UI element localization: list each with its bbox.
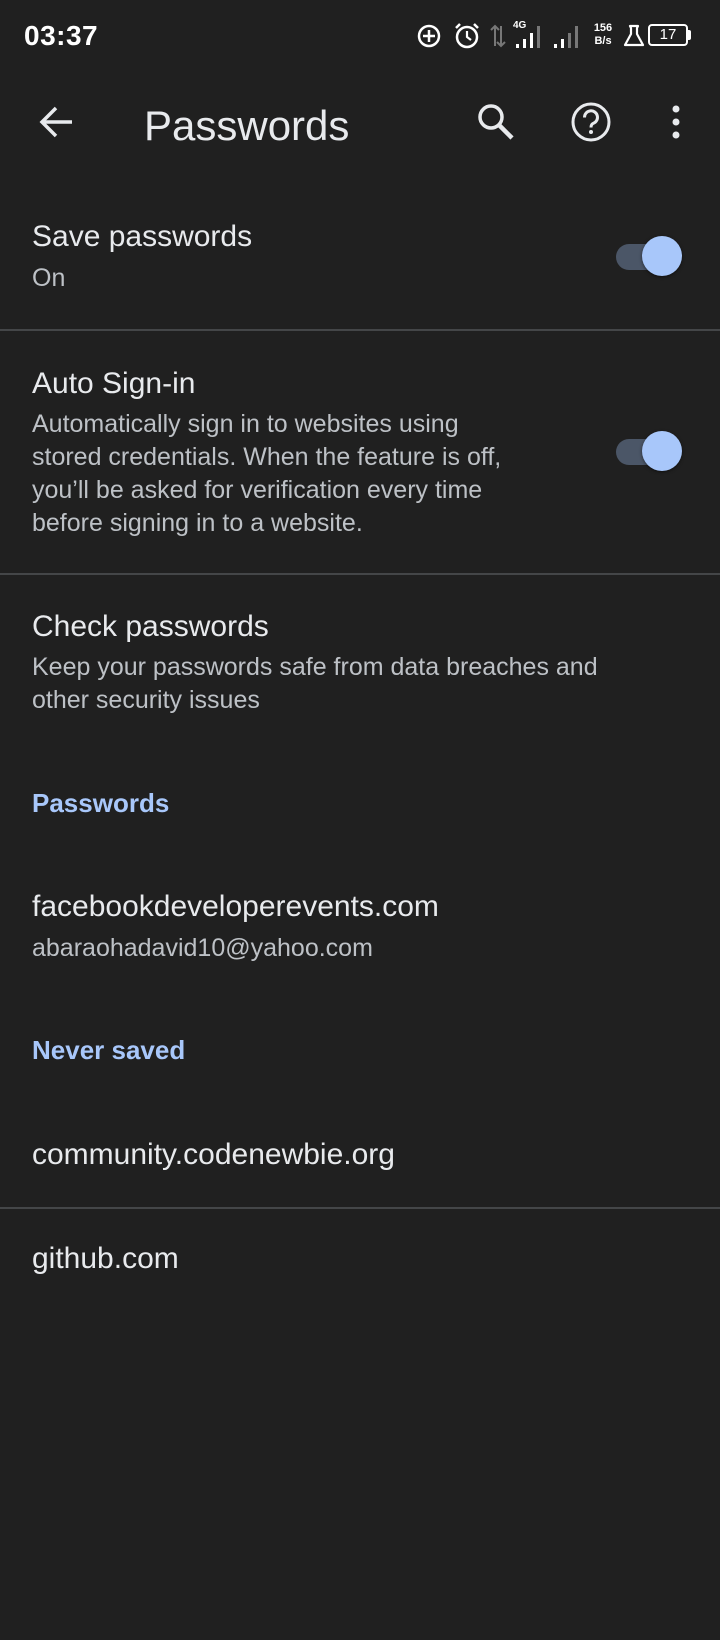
status-icons: 4G 156 B/s 17 [416,18,696,54]
auto-signin-title: Auto Sign-in [32,367,196,400]
battery-nub [688,30,691,40]
check-passwords-description-line: other security issues [32,686,260,714]
more-vert-icon[interactable] [660,100,692,144]
password-entry[interactable]: facebookdeveloperevents.com abaraohadavi… [0,856,720,980]
save-passwords-toggle[interactable] [616,236,682,276]
help-icon[interactable] [569,100,613,144]
auto-signin-description-line: before signing in to a website. [32,509,363,537]
check-passwords-row[interactable]: Check passwords Keep your passwords safe… [0,575,720,735]
check-passwords-description: Keep your passwords safe from data breac… [32,651,692,717]
data-saver-icon [417,24,441,48]
toggle-thumb [642,431,682,471]
auto-signin-row[interactable]: Auto Sign-in Automatically sign in to we… [0,331,720,573]
save-passwords-title: Save passwords [32,220,253,253]
never-saved-entry[interactable]: community.codenewbie.org [0,1102,720,1208]
save-passwords-status: On [32,264,66,292]
battery-icon: 17 [648,24,688,46]
status-bar: 03:37 4G 156 B/s 17 [0,0,720,72]
app-bar: Passwords [0,72,720,184]
save-passwords-row[interactable]: Save passwords On [0,184,720,330]
never-saved-site: community.codenewbie.org [32,1138,395,1171]
network-speed-unit: B/s [594,35,612,47]
auto-signin-description-line: Automatically sign in to websites using [32,410,459,438]
check-passwords-description-line: Keep your passwords safe from data breac… [32,653,598,681]
data-transfer-icon [490,24,506,48]
password-entry-username: abaraohadavid10@yahoo.com [32,934,373,962]
back-arrow-icon[interactable] [34,100,78,144]
auto-signin-description: Automatically sign in to websites using … [32,408,592,540]
auto-signin-description-line: stored credentials. When the feature is … [32,443,502,471]
lab-icon [623,24,645,47]
never-saved-section-header: Never saved [32,1035,186,1065]
alarm-icon [455,23,479,49]
never-saved-site: github.com [32,1242,179,1275]
signal-icon [516,26,540,48]
page-title: Passwords [144,102,350,149]
auto-signin-description-line: you’ll be asked for verification every t… [32,476,483,504]
password-entry-site: facebookdeveloperevents.com [32,890,439,923]
status-time: 03:37 [24,20,99,51]
signal-icon-2 [554,26,578,48]
search-icon[interactable] [474,100,518,144]
check-passwords-title: Check passwords [32,610,269,643]
battery-level: 17 [659,26,677,43]
passwords-section-header: Passwords [32,788,170,818]
auto-signin-toggle[interactable] [616,431,682,471]
toggle-thumb [642,236,682,276]
never-saved-entry[interactable]: github.com [0,1209,720,1315]
network-speed: 156 B/s [588,22,618,48]
network-speed-value: 156 [593,22,613,34]
